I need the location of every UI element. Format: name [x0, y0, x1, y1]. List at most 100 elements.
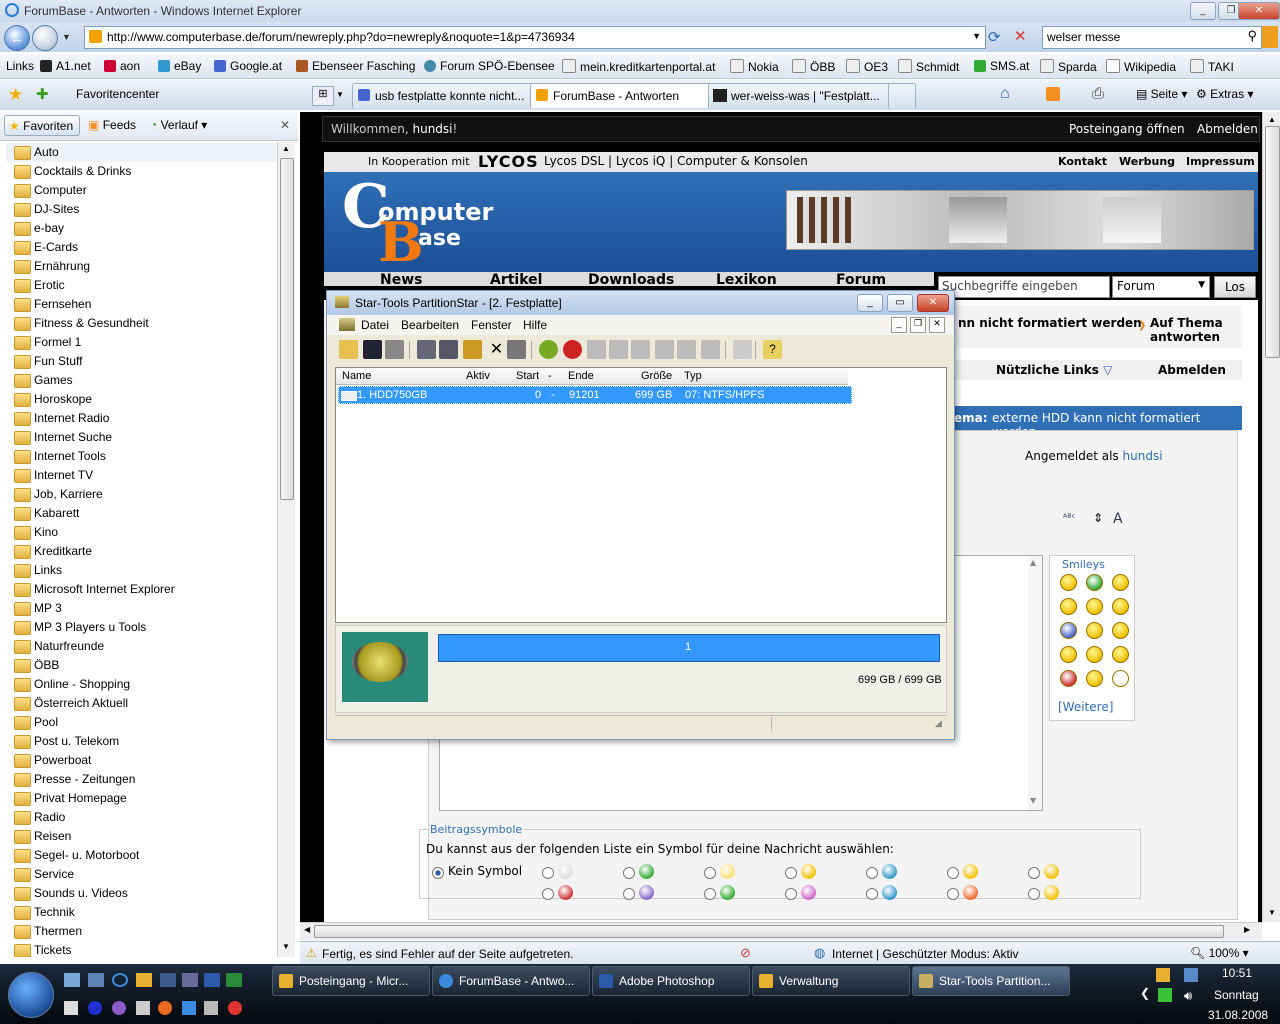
- menu-fenster[interactable]: Fenster: [471, 318, 512, 332]
- list-item[interactable]: Post u. Telekom: [6, 732, 276, 751]
- more-smileys-link[interactable]: [Weitere]: [1058, 700, 1113, 714]
- tab-favoriten[interactable]: ★ Favoriten: [4, 115, 80, 136]
- list-item[interactable]: Erotic: [6, 276, 276, 295]
- radio-post-icon[interactable]: [866, 888, 878, 900]
- open-icon[interactable]: [339, 340, 358, 359]
- favcenter-label[interactable]: Favoritencenter: [76, 87, 159, 101]
- nav-forum[interactable]: Forum: [836, 272, 886, 286]
- quicklaunch-app-icon[interactable]: [204, 1001, 218, 1015]
- link-sparda[interactable]: Sparda: [1040, 59, 1097, 74]
- table-row[interactable]: 1. HDD750GB 0 - 91201 699 GB 07: NTFS/HP…: [338, 386, 852, 404]
- favorites-star-icon[interactable]: ★: [8, 85, 23, 105]
- list-item[interactable]: Tickets: [6, 941, 276, 957]
- list-item[interactable]: e-bay: [6, 219, 276, 238]
- list-item[interactable]: Job, Karriere: [6, 485, 276, 504]
- scroll-thumb[interactable]: [280, 158, 294, 500]
- quicklaunch-firefox-icon[interactable]: [158, 1001, 172, 1015]
- link-aon[interactable]: aon: [104, 59, 140, 73]
- tray-volume-icon[interactable]: 🔊︎: [1184, 988, 1192, 1004]
- radio-post-icon[interactable]: [1028, 888, 1040, 900]
- link-taki[interactable]: TAKI: [1190, 59, 1234, 74]
- tab-forumbase[interactable]: ForumBase - Antworten ✕: [530, 83, 730, 108]
- tab-verlauf[interactable]: ◔ Verlauf ▾: [150, 118, 207, 132]
- username-link[interactable]: hundsi: [1123, 449, 1163, 463]
- site-search-scope[interactable]: Forum ▼: [1112, 276, 1210, 298]
- scroll-up-icon[interactable]: ▲: [1268, 115, 1276, 124]
- history-dropdown-icon[interactable]: ▼: [62, 32, 71, 42]
- smiley-icon[interactable]: [1060, 574, 1077, 591]
- radio-no-symbol[interactable]: [432, 867, 444, 879]
- scroll-down-icon[interactable]: ▼: [1030, 796, 1036, 805]
- extras-menu[interactable]: ⚙ Extras ▾: [1196, 87, 1253, 101]
- quicklaunch-desktop-icon[interactable]: [64, 973, 80, 987]
- close-panel-icon[interactable]: ✕: [280, 118, 290, 132]
- radio-post-icon[interactable]: [704, 888, 716, 900]
- col-typ[interactable]: Typ: [684, 370, 702, 382]
- taskbar-startools[interactable]: Star-Tools Partition...: [912, 966, 1070, 996]
- menu-hilfe[interactable]: Hilfe: [523, 318, 547, 332]
- col-name[interactable]: Name: [342, 370, 371, 382]
- partner-links[interactable]: Lycos DSL | Lycos iQ | Computer & Konsol…: [544, 154, 808, 168]
- menu-datei[interactable]: Datei: [361, 318, 389, 332]
- list-item[interactable]: Österreich Aktuell: [6, 694, 276, 713]
- computerbase-logo[interactable]: C omputer B ase: [342, 172, 493, 274]
- scroll-thumb[interactable]: [314, 925, 1224, 938]
- list-item[interactable]: Naturfreunde: [6, 637, 276, 656]
- horizontal-scrollbar[interactable]: ◀ ▶: [300, 922, 1262, 940]
- spellcheck-icon[interactable]: ᴬᴮᶜ: [1063, 513, 1075, 524]
- quicklaunch-folder-icon[interactable]: [136, 973, 152, 987]
- tab-list-dropdown-icon[interactable]: ▼: [336, 90, 344, 99]
- taskbar-outlook[interactable]: Posteingang - Micr...: [272, 966, 430, 996]
- partition-bar[interactable]: 1: [438, 634, 940, 662]
- quicklaunch-excel-icon[interactable]: [226, 973, 242, 987]
- address-dropdown-icon[interactable]: ▼: [972, 31, 981, 41]
- smiley-icon[interactable]: [1086, 646, 1103, 663]
- list-item[interactable]: MP 3: [6, 599, 276, 618]
- close-button[interactable]: ✕: [1238, 2, 1280, 20]
- tray-app-icon[interactable]: [1156, 968, 1170, 982]
- format-icon[interactable]: [507, 340, 526, 359]
- quicklaunch-app-icon[interactable]: [182, 1001, 196, 1015]
- tab-wer-weiss-was[interactable]: wer-weiss-was | "Festplatt...: [708, 83, 908, 108]
- list-item[interactable]: Kreditkarte: [6, 542, 276, 561]
- list-item[interactable]: Fernsehen: [6, 295, 276, 314]
- radio-post-icon[interactable]: [947, 867, 959, 879]
- nav-artikel[interactable]: Artikel: [490, 272, 542, 286]
- add-favorite-icon[interactable]: ✚: [36, 85, 49, 103]
- col-aktiv[interactable]: Aktiv: [466, 370, 490, 382]
- link-spo[interactable]: Forum SPÖ-Ebensee: [424, 59, 555, 73]
- search-options-icon[interactable]: [1262, 26, 1278, 48]
- logout-link[interactable]: Abmelden: [1197, 122, 1258, 136]
- print-icon[interactable]: [385, 340, 404, 359]
- smiley-icon[interactable]: [1060, 670, 1077, 687]
- disk-icon[interactable]: [539, 340, 558, 359]
- reply-link[interactable]: Auf Thema antworten: [1150, 316, 1240, 344]
- list-item[interactable]: Formel 1: [6, 333, 276, 352]
- scroll-left-icon[interactable]: ◀: [304, 925, 310, 934]
- page-menu[interactable]: ▤ Seite ▾: [1136, 87, 1187, 101]
- quick-tabs-icon[interactable]: ⊞: [312, 86, 334, 106]
- dialog-minimize-button[interactable]: _: [857, 294, 883, 312]
- link-ebay[interactable]: eBay: [158, 59, 201, 73]
- imprint-link[interactable]: Impressum: [1186, 155, 1255, 168]
- scroll-thumb[interactable]: [1265, 126, 1280, 358]
- list-item[interactable]: Links: [6, 561, 276, 580]
- list-item[interactable]: Pool: [6, 713, 276, 732]
- link-ebenseer[interactable]: Ebenseer Fasching: [296, 59, 415, 73]
- logout-link-2[interactable]: Abmelden: [1158, 363, 1226, 377]
- popup-blocker-icon[interactable]: ⊘: [740, 945, 751, 961]
- list-item[interactable]: Thermen: [6, 922, 276, 941]
- scroll-up-icon[interactable]: ▲: [1030, 558, 1036, 567]
- list-item[interactable]: ÖBB: [6, 656, 276, 675]
- list-item[interactable]: Internet Suche: [6, 428, 276, 447]
- advertising-link[interactable]: Werbung: [1119, 155, 1175, 168]
- forward-button[interactable]: →: [32, 25, 58, 51]
- scroll-down-icon[interactable]: ▼: [1268, 908, 1276, 917]
- radio-post-icon[interactable]: [785, 867, 797, 879]
- smiley-icon[interactable]: [1086, 598, 1103, 615]
- link-sms[interactable]: SMS.at: [974, 59, 1029, 73]
- list-item[interactable]: Technik: [6, 903, 276, 922]
- tab-usb-festplatte[interactable]: usb festplatte konnte nicht...: [352, 83, 548, 108]
- link-wikipedia[interactable]: Wikipedia: [1106, 59, 1176, 74]
- smiley-icon[interactable]: [1060, 622, 1077, 639]
